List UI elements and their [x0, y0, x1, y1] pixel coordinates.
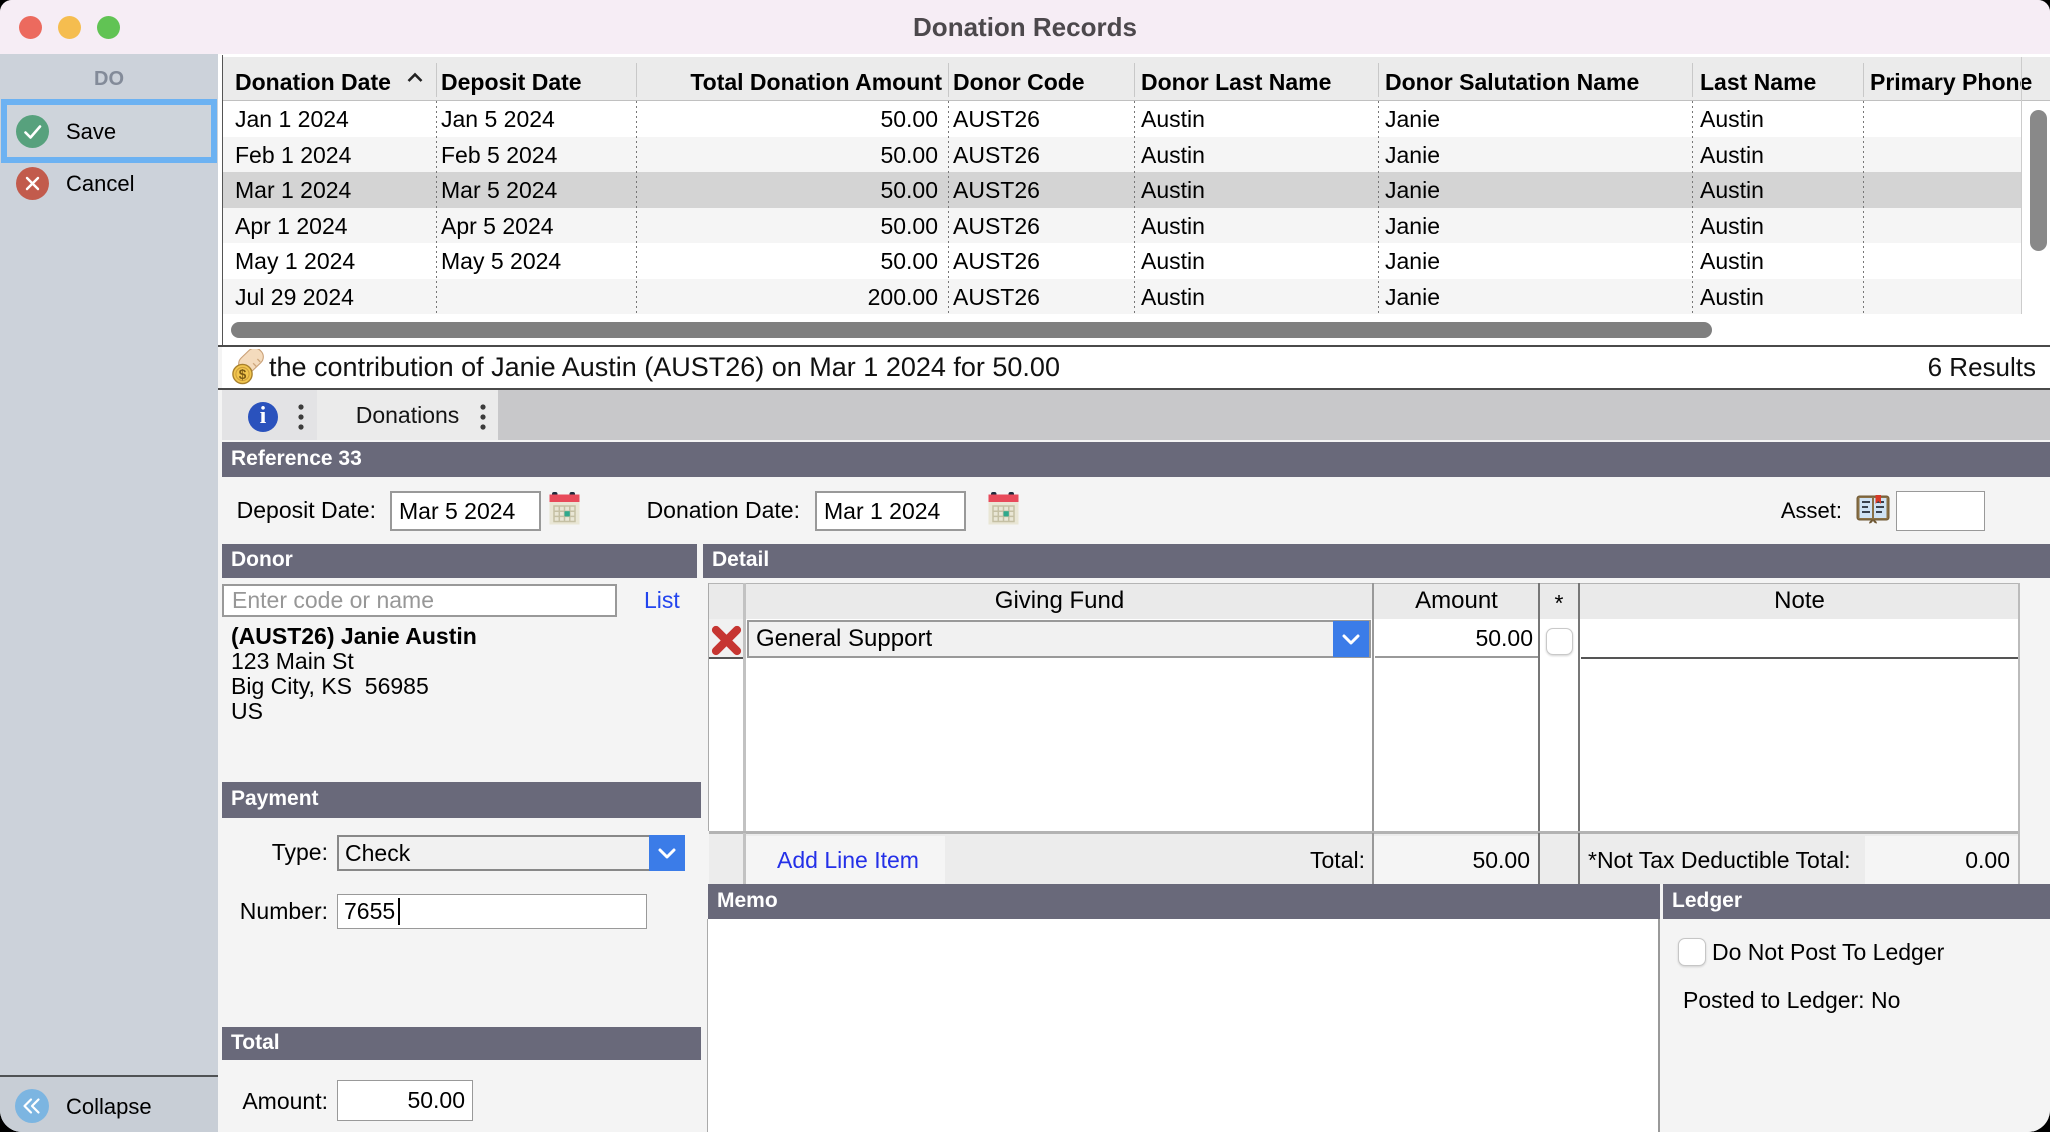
- svg-text:$: $: [239, 367, 247, 382]
